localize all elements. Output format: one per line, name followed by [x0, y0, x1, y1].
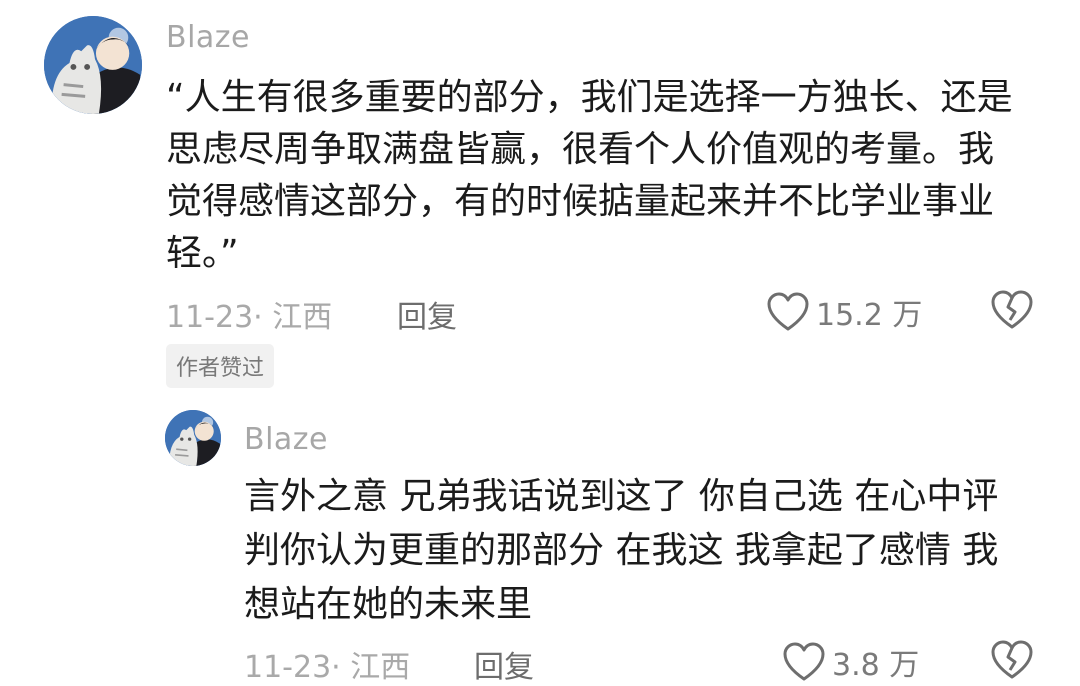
avatar-image	[165, 410, 221, 466]
like-button[interactable]: 15.2 万	[766, 290, 922, 334]
comment-text: “人生有很多重要的部分，我们是选择一方独长、还是思虑尽周争取满盘皆赢，很看个人价…	[166, 77, 1013, 274]
heart-outline-icon	[783, 642, 825, 681]
dislike-button[interactable]	[990, 290, 1034, 334]
username[interactable]: Blaze	[166, 20, 250, 55]
username[interactable]: Blaze	[244, 422, 328, 457]
avatar-image	[44, 16, 142, 114]
like-button[interactable]: 3.8 万	[782, 640, 919, 684]
avatar[interactable]	[165, 410, 221, 466]
broken-heart-icon	[991, 640, 1033, 679]
avatar[interactable]	[44, 16, 142, 114]
dislike-button[interactable]	[990, 640, 1034, 684]
like-count: 15.2 万	[816, 298, 923, 333]
reply-button[interactable]: 回复	[474, 642, 534, 686]
reply-text: 言外之意 兄弟我话说到这了 你自己选 在心中评判你认为更重的那部分 在我这 我拿…	[244, 476, 999, 625]
comment-date-location: 11-23· 江西	[166, 300, 333, 335]
broken-heart-icon	[991, 290, 1033, 329]
like-count: 3.8 万	[832, 648, 920, 683]
heart-outline-icon	[767, 292, 809, 331]
reply-button[interactable]: 回复	[397, 292, 457, 336]
author-liked-badge: 作者赞过	[166, 344, 275, 388]
reply-date-location: 11-23· 江西	[244, 650, 411, 685]
